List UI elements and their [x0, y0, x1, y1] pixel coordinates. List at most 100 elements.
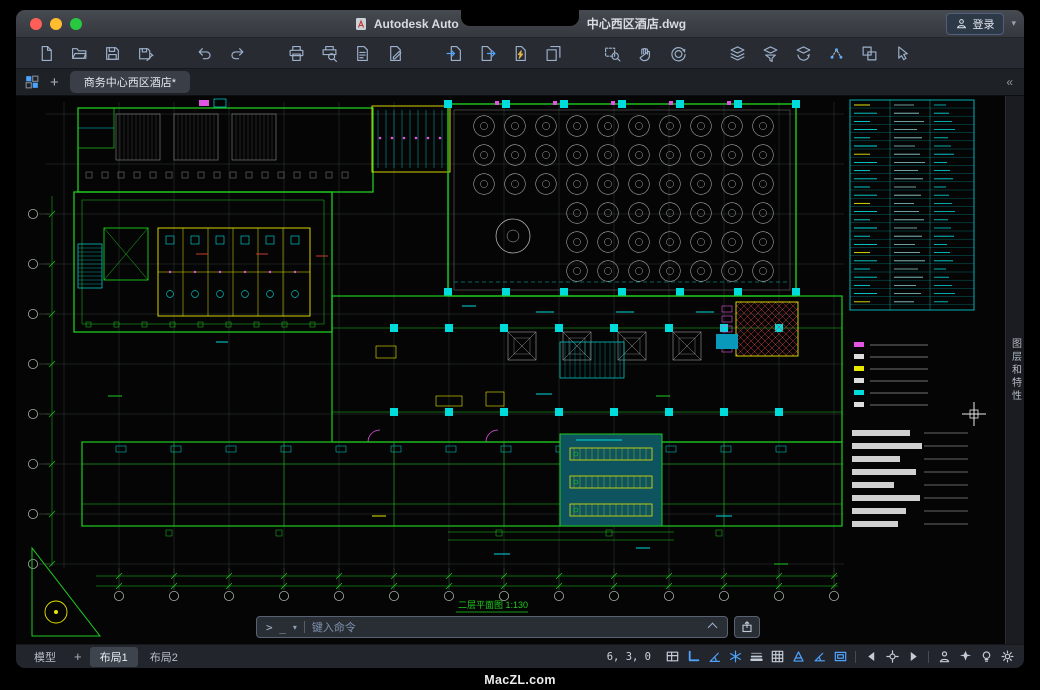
viewport-toggle[interactable]	[831, 648, 849, 666]
redo-button[interactable]	[223, 41, 252, 65]
import-button[interactable]	[440, 41, 469, 65]
command-caret-icon[interactable]: ▾	[293, 623, 297, 632]
lineweight-toggle[interactable]	[747, 648, 765, 666]
undo-icon	[196, 45, 213, 62]
layer-filter-icon	[762, 45, 779, 62]
new-layout-button[interactable]: +	[68, 649, 88, 664]
model-space-toggle[interactable]	[663, 648, 681, 666]
layer-properties-button[interactable]	[723, 41, 752, 65]
login-button[interactable]: 登录	[946, 13, 1004, 35]
screen: Autodesk Auto 中心西区酒店.dwg 登录 ▾ + 商务中心西区酒	[0, 0, 1040, 690]
export-button[interactable]	[473, 41, 502, 65]
new-tab-button[interactable]: +	[48, 75, 61, 90]
command-bar: > _ ▾ 键入命令	[256, 616, 760, 638]
quick-select-button[interactable]	[888, 41, 917, 65]
save-as-button[interactable]	[131, 41, 160, 65]
isolate-toggle[interactable]	[977, 648, 995, 666]
export-icon	[479, 45, 496, 62]
polar-toggle[interactable]	[705, 648, 723, 666]
viewport-icon	[834, 650, 847, 663]
orbit-button[interactable]	[664, 41, 693, 65]
plot-icon	[288, 45, 305, 62]
next-toggle[interactable]	[904, 648, 922, 666]
layer-filter-button[interactable]	[756, 41, 785, 65]
model-space-icon	[666, 650, 679, 663]
ortho-icon	[687, 650, 700, 663]
annotation-scale-toggle[interactable]	[789, 648, 807, 666]
drawing-tab[interactable]: 商务中心西区酒店*	[70, 71, 190, 93]
pan-button[interactable]	[631, 41, 660, 65]
status-bar: 模型 + 布局1 布局2 6, 3, 0	[16, 644, 1024, 668]
layer-states-button[interactable]	[789, 41, 818, 65]
login-area: 登录 ▾	[946, 10, 1016, 37]
toolbar-group	[440, 41, 568, 65]
share-button[interactable]	[734, 616, 760, 638]
properties-icon	[387, 45, 404, 62]
toolbar-group	[282, 41, 410, 65]
cad-drawing[interactable]: 二层平面图 1:130	[16, 96, 1005, 644]
quick-measure-icon	[959, 650, 972, 663]
layout2-tab[interactable]: 布局2	[140, 647, 188, 667]
etransmit-icon	[512, 45, 529, 62]
gear-toggle[interactable]	[998, 648, 1016, 666]
layer-walk-button[interactable]	[855, 41, 884, 65]
close-button[interactable]	[30, 18, 42, 30]
polar-icon	[708, 650, 721, 663]
layer-walk-icon	[861, 45, 878, 62]
grid-toggle[interactable]	[768, 648, 786, 666]
properties-button[interactable]	[381, 41, 410, 65]
layout-grid-button[interactable]	[25, 75, 39, 89]
layout1-tab[interactable]: 布局1	[90, 647, 138, 667]
quick-select-icon	[894, 45, 911, 62]
share-button[interactable]	[539, 41, 568, 65]
app-window: Autodesk Auto 中心西区酒店.dwg 登录 ▾ + 商务中心西区酒	[16, 10, 1024, 668]
grid-icon	[771, 650, 784, 663]
point-style-button[interactable]	[822, 41, 851, 65]
command-input[interactable]: 键入命令	[312, 619, 702, 635]
lineweight-icon	[750, 650, 763, 663]
angle-toggle[interactable]	[810, 648, 828, 666]
collapse-tabs-button[interactable]: «	[1004, 76, 1015, 88]
plot-button[interactable]	[282, 41, 311, 65]
annotation-monitor-toggle[interactable]	[935, 648, 953, 666]
annotation-monitor-icon	[938, 650, 951, 663]
command-prompt: > _	[266, 621, 286, 634]
drawing-canvas[interactable]: 二层平面图 1:130 > _ ▾ 键入命令	[16, 96, 1005, 644]
new-file-button[interactable]	[32, 41, 61, 65]
zoom-button[interactable]	[70, 18, 82, 30]
camera-notch	[461, 0, 579, 26]
save-as-icon	[137, 45, 154, 62]
watermark: MacZL.com	[0, 673, 1040, 687]
isodraft-toggle[interactable]	[726, 648, 744, 666]
annotation-scale-icon	[792, 650, 805, 663]
layers-properties-label: 图层和特性	[1008, 338, 1023, 403]
save-button[interactable]	[98, 41, 127, 65]
menu-caret-icon[interactable]: ▾	[1011, 18, 1016, 29]
open-icon	[71, 45, 88, 62]
pan-icon	[637, 45, 654, 62]
etransmit-button[interactable]	[506, 41, 535, 65]
quick-measure-toggle[interactable]	[956, 648, 974, 666]
model-tab[interactable]: 模型	[24, 647, 66, 667]
layers-properties-panel[interactable]: 图层和特性	[1005, 96, 1024, 644]
redo-icon	[229, 45, 246, 62]
ortho-toggle[interactable]	[684, 648, 702, 666]
target-toggle[interactable]	[883, 648, 901, 666]
prev-toggle[interactable]	[862, 648, 880, 666]
collapse-chevron-icon[interactable]	[708, 622, 718, 632]
toolbar	[16, 38, 1024, 69]
command-line[interactable]: > _ ▾ 键入命令	[256, 616, 728, 638]
plot-preview-button[interactable]	[315, 41, 344, 65]
zoom-window-button[interactable]	[598, 41, 627, 65]
open-button[interactable]	[65, 41, 94, 65]
share-icon	[545, 45, 562, 62]
status-toggles	[663, 648, 1016, 666]
drawing-caption: 二层平面图 1:130	[458, 600, 528, 610]
save-icon	[104, 45, 121, 62]
isodraft-icon	[729, 650, 742, 663]
page-setup-button[interactable]	[348, 41, 377, 65]
minimize-button[interactable]	[50, 18, 62, 30]
isolate-icon	[980, 650, 993, 663]
undo-button[interactable]	[190, 41, 219, 65]
import-icon	[446, 45, 463, 62]
